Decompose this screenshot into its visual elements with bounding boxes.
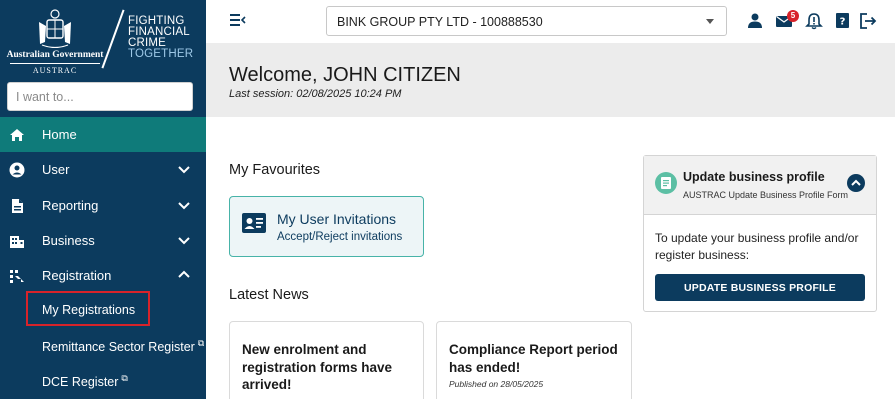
sidebar-item-reporting[interactable]: Reporting (0, 188, 206, 223)
sidebar-subitem-remittance-sector-register[interactable]: Remittance Sector Register ⧉ (0, 328, 206, 362)
agency-label: AUSTRAC (32, 66, 78, 75)
logo-area[interactable]: Australian Government AUSTRAC FIGHTING F… (0, 0, 206, 78)
id-card-icon (242, 213, 266, 233)
welcome-banner: Welcome, JOHN CITIZEN Last session: 02/0… (206, 43, 895, 117)
update-profile-title: Update business profile (683, 170, 825, 184)
external-link-icon: ⧉ (121, 373, 128, 383)
sidebar-subitem-text: DCE Register (42, 375, 119, 390)
sidebar-subitem-label: Remittance Sector Register ⧉ (42, 338, 204, 354)
sidebar-subitem-dce-register[interactable]: DCE Register ⧉ (0, 363, 206, 397)
update-profile-card: Update business profile AUSTRAC Update B… (643, 155, 877, 312)
update-profile-subtitle: AUSTRAC Update Business Profile Form (683, 190, 849, 200)
sidebar-item-label: User (42, 162, 70, 177)
sidebar-item-label: Registration (42, 268, 112, 283)
user-circle-icon (9, 162, 25, 178)
entity-select[interactable]: BINK GROUP PTY LTD - 100888530 (326, 6, 727, 36)
logout-icon[interactable] (859, 12, 877, 30)
favourite-card-subtitle: Accept/Reject invitations (277, 231, 403, 243)
svg-text:?: ? (840, 17, 846, 28)
help-icon[interactable]: ? (834, 12, 852, 30)
chevron-down-icon (178, 202, 190, 210)
favourite-card-user-invitations[interactable]: My User Invitations Accept/Reject invita… (229, 196, 424, 257)
person-icon[interactable] (746, 12, 764, 30)
sidebar-subitem-text: Remittance Sector Register (42, 340, 195, 355)
bell-alert-icon[interactable] (805, 12, 823, 30)
sidebar-item-label: Reporting (42, 198, 99, 213)
update-profile-header[interactable]: Update business profile AUSTRAC Update B… (644, 156, 876, 215)
news-date: Published on 28/05/2025 (449, 379, 544, 389)
news-card[interactable]: New enrolment and registration forms hav… (229, 321, 424, 399)
menu-icon[interactable] (230, 13, 246, 27)
news-title: Compliance Report period has ended! (449, 342, 618, 375)
search-input[interactable] (8, 83, 192, 110)
entity-select-value: BINK GROUP PTY LTD - 100888530 (337, 15, 543, 29)
mail-badge: 5 (787, 10, 799, 22)
news-title: New enrolment and registration forms hav… (242, 342, 393, 392)
government-crest-logo: Australian Government AUSTRAC (6, 6, 104, 75)
building-icon (10, 236, 24, 248)
chevron-up-icon (851, 179, 861, 186)
home-icon (10, 129, 24, 141)
sidebar-subitem-label: DCE Register ⧉ (42, 373, 128, 389)
sidebar-item-registration[interactable]: Registration (0, 258, 206, 293)
sidebar-item-user[interactable]: User (0, 152, 206, 187)
external-link-icon: ⧉ (197, 338, 205, 348)
news-heading: Latest News (229, 287, 309, 303)
sidebar-item-label: Home (42, 127, 77, 142)
logo-divider (10, 63, 100, 64)
last-session: Last session: 02/08/2025 10:24 PM (229, 88, 402, 100)
topbar: BINK GROUP PTY LTD - 100888530 5 ? (206, 0, 895, 43)
welcome-title: Welcome, JOHN CITIZEN (229, 64, 461, 86)
tagline-line: TOGETHER (128, 48, 194, 60)
search-box (7, 82, 193, 111)
news-card[interactable]: Compliance Report period has ended! Publ… (436, 321, 632, 399)
tagline: FIGHTING FINANCIAL CRIME TOGETHER (128, 15, 194, 60)
chevron-down-icon (706, 19, 714, 24)
sidebar-item-label: Business (42, 233, 95, 248)
document-icon (12, 199, 23, 213)
highlight-box (26, 291, 150, 326)
sidebar-item-home[interactable]: Home (0, 117, 206, 152)
favourite-card-title: My User Invitations (277, 211, 397, 227)
chevron-down-icon (178, 166, 190, 174)
form-icon (655, 172, 677, 194)
collapse-button[interactable] (847, 174, 865, 192)
chevron-down-icon (178, 237, 190, 245)
favourites-heading: My Favourites (229, 162, 321, 178)
sidebar-item-business[interactable]: Business (0, 223, 206, 258)
government-label: Australian Government (6, 50, 104, 60)
crest-icon (39, 9, 71, 48)
update-profile-body: To update your business profile and/or r… (655, 231, 859, 262)
sidebar: Australian Government AUSTRAC FIGHTING F… (0, 0, 206, 399)
registration-icon (10, 270, 24, 283)
logo-slash (101, 9, 125, 69)
chevron-up-icon (178, 270, 190, 278)
update-business-profile-button[interactable]: UPDATE BUSINESS PROFILE (655, 274, 865, 301)
